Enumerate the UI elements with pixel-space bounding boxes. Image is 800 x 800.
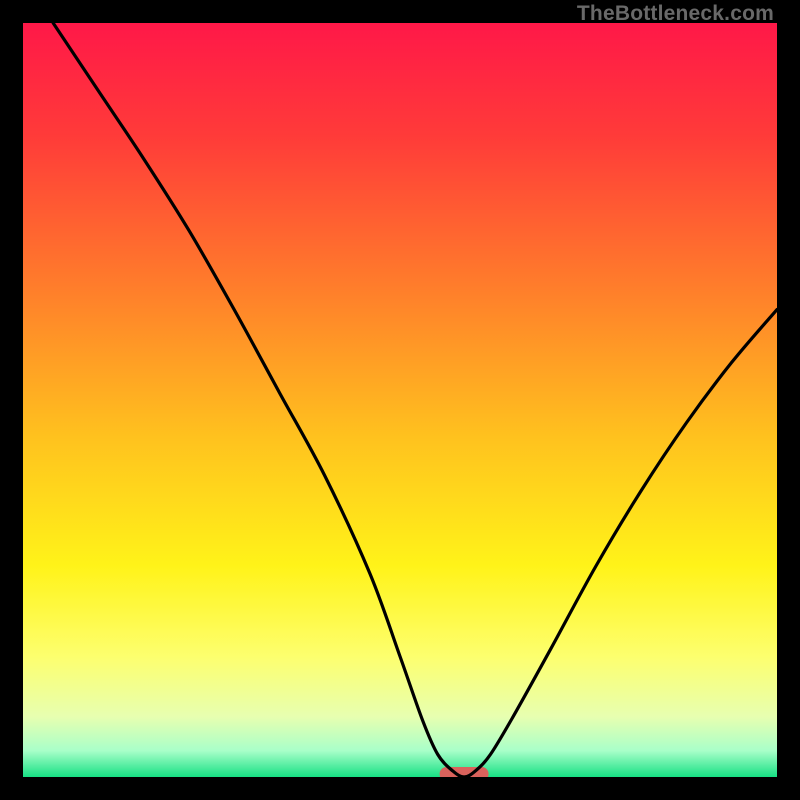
watermark-text: TheBottleneck.com (577, 2, 774, 26)
bottleneck-chart (23, 23, 777, 777)
chart-background (23, 23, 777, 777)
chart-frame (23, 23, 777, 777)
